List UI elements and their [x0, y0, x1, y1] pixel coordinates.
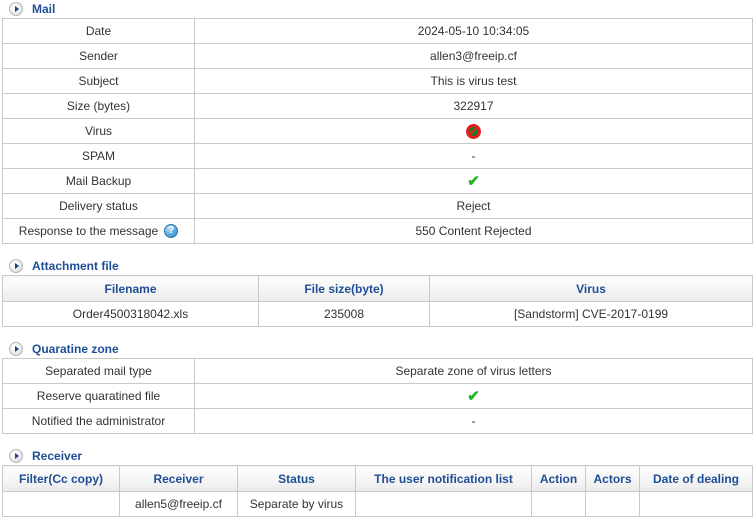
cell-filesize: 235008: [258, 301, 430, 327]
table-header-row: Filter(Cc copy) Receiver Status The user…: [2, 465, 753, 492]
table-row: Sender allen3@freeip.cf: [2, 43, 753, 69]
table-row: Order4500318042.xls 235008 [Sandstorm] C…: [2, 301, 753, 327]
section-header-receiver[interactable]: Receiver: [0, 447, 756, 464]
table-row: Response to the message ? 550 Content Re…: [2, 218, 753, 244]
row-value-notified-administrator: -: [194, 408, 753, 434]
chevron-right-circle-icon[interactable]: [9, 1, 23, 16]
table-row: SPAM -: [2, 143, 753, 169]
column-header-filter-cc-copy: Filter(Cc copy): [2, 465, 120, 492]
row-label-response-text: Response to the message: [18, 224, 159, 238]
table-row: Mail Backup ✔: [2, 168, 753, 194]
row-value-mail-backup: ✔: [194, 168, 753, 194]
row-label-sender: Sender: [2, 43, 195, 69]
column-header-action: Action: [531, 465, 586, 492]
row-label-mail-backup: Mail Backup: [2, 168, 195, 194]
cell-filename: Order4500318042.xls: [2, 301, 259, 327]
cell-date-of-dealing: [639, 491, 753, 517]
cell-filter-cc-copy: [2, 491, 120, 517]
section-header-mail[interactable]: Mail: [0, 0, 756, 17]
row-value-sender: allen3@freeip.cf: [194, 43, 753, 69]
column-header-actors: Actors: [585, 465, 640, 492]
section-title-receiver: Receiver: [32, 448, 83, 463]
row-value-size: 322917: [194, 93, 753, 119]
cell-actors: [585, 491, 640, 517]
row-value-spam: -: [194, 143, 753, 169]
mail-table: Date 2024-05-10 10:34:05 Sender allen3@f…: [2, 18, 753, 244]
row-value-subject: This is virus test: [194, 68, 753, 94]
table-row: allen5@freeip.cf Separate by virus: [2, 491, 753, 517]
row-value-response: 550 Content Rejected: [194, 218, 753, 244]
column-header-filename: Filename: [2, 275, 259, 302]
mail-detail-page: Mail Date 2024-05-10 10:34:05 Sender all…: [0, 0, 756, 517]
chevron-right-circle-icon[interactable]: [9, 258, 23, 273]
table-row: Date 2024-05-10 10:34:05: [2, 18, 753, 44]
receiver-table: Filter(Cc copy) Receiver Status The user…: [2, 465, 753, 517]
chevron-right-circle-icon[interactable]: [9, 448, 23, 463]
column-header-receiver: Receiver: [119, 465, 238, 492]
cell-receiver: allen5@freeip.cf: [119, 491, 238, 517]
column-header-date-of-dealing: Date of dealing: [639, 465, 753, 492]
section-header-attachment[interactable]: Attachment file: [0, 257, 756, 274]
cell-action: [531, 491, 586, 517]
section-title-attachment: Attachment file: [32, 258, 119, 273]
cell-status: Separate by virus: [237, 491, 356, 517]
row-value-reserve-quarantined-file: ✔: [194, 383, 753, 409]
table-header-row: Filename File size(byte) Virus: [2, 275, 753, 302]
row-label-subject: Subject: [2, 68, 195, 94]
section-header-quarantine[interactable]: Quaratine zone: [0, 340, 756, 357]
row-label-reserve-quarantined-file: Reserve quaratined file: [2, 383, 195, 409]
virus-blocked-icon: [466, 123, 481, 139]
column-header-notification-list: The user notification list: [355, 465, 532, 492]
column-header-status: Status: [237, 465, 356, 492]
section-title-mail: Mail: [32, 1, 56, 16]
table-row: Virus: [2, 118, 753, 144]
row-label-delivery-status: Delivery status: [2, 193, 195, 219]
checkmark-icon: ✔: [467, 387, 480, 405]
column-header-virus: Virus: [429, 275, 753, 302]
row-label-size: Size (bytes): [2, 93, 195, 119]
table-row: Delivery status Reject: [2, 193, 753, 219]
row-value-date: 2024-05-10 10:34:05: [194, 18, 753, 44]
row-label-virus: Virus: [2, 118, 195, 144]
section-title-quarantine: Quaratine zone: [32, 341, 119, 356]
row-value-separated-mail-type: Separate zone of virus letters: [194, 358, 753, 384]
row-value-delivery-status: Reject: [194, 193, 753, 219]
chevron-right-circle-icon[interactable]: [9, 341, 23, 356]
table-row: Separated mail type Separate zone of vir…: [2, 358, 753, 384]
checkmark-icon: ✔: [467, 172, 480, 190]
table-row: Size (bytes) 322917: [2, 93, 753, 119]
quarantine-table: Separated mail type Separate zone of vir…: [2, 358, 753, 434]
row-label-response: Response to the message ?: [2, 218, 195, 244]
column-header-filesize: File size(byte): [258, 275, 430, 302]
row-label-separated-mail-type: Separated mail type: [2, 358, 195, 384]
row-label-date: Date: [2, 18, 195, 44]
cell-notification-list: [355, 491, 532, 517]
row-label-notified-administrator: Notified the administrator: [2, 408, 195, 434]
question-mark-help-icon[interactable]: ?: [164, 224, 179, 238]
table-row: Reserve quaratined file ✔: [2, 383, 753, 409]
cell-virus: [Sandstorm] CVE-2017-0199: [429, 301, 753, 327]
row-value-virus: [194, 118, 753, 144]
table-row: Subject This is virus test: [2, 68, 753, 94]
row-label-spam: SPAM: [2, 143, 195, 169]
attachment-table: Filename File size(byte) Virus Order4500…: [2, 275, 753, 327]
table-row: Notified the administrator -: [2, 408, 753, 434]
